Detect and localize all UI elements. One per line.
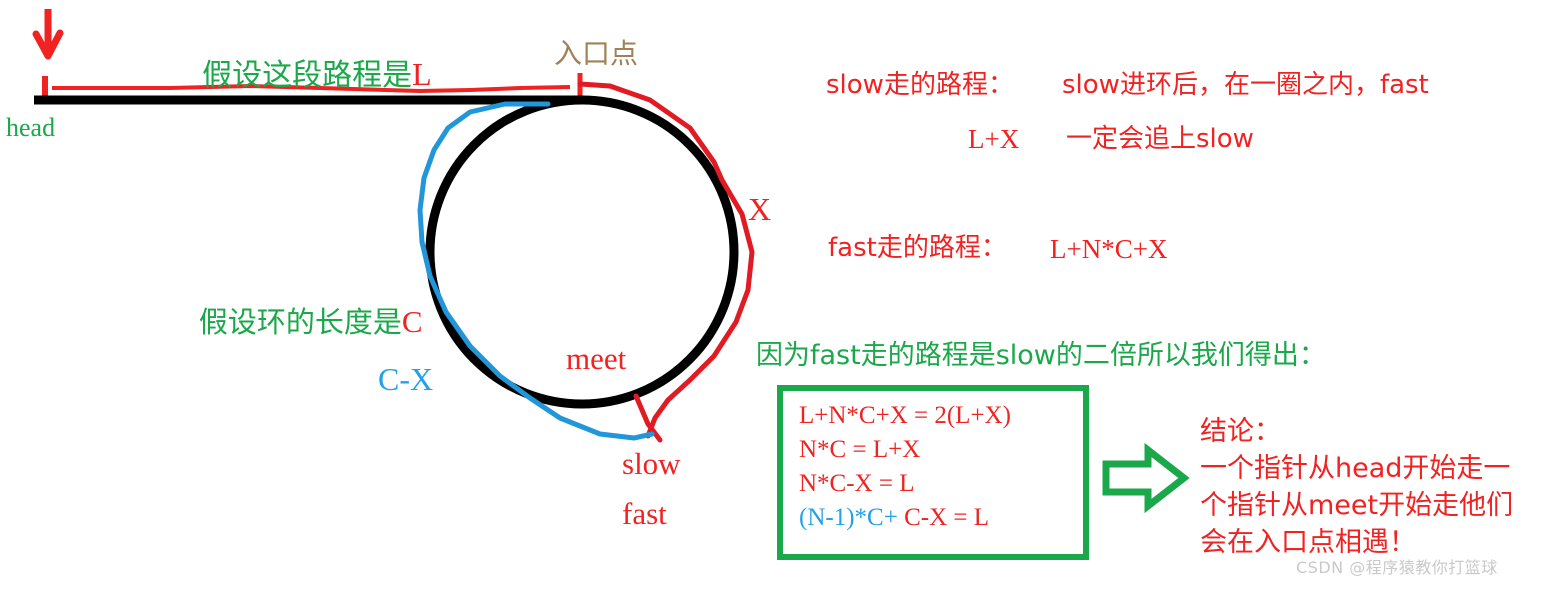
meet-label: meet xyxy=(566,341,627,376)
equation-row-4: (N-1)*C+ C-X = L xyxy=(799,501,1083,535)
x-path-arc-red xyxy=(577,81,755,439)
diagram-canvas: 假设这段路程是L head 入口点 X 假设环的长度是C C-X meet sl… xyxy=(0,0,1546,590)
segment-length-variable: L xyxy=(412,56,432,92)
c-minus-x-path-arc-blue xyxy=(417,101,655,441)
derivation-intro: 因为fast走的路程是slow的二倍所以我们得出： xyxy=(756,340,1326,371)
fast-pointer-label: fast xyxy=(622,496,667,531)
segment-length-note-text: 假设这段路程是 xyxy=(202,58,413,93)
head-label: head xyxy=(6,113,56,142)
conclusion-title: 结论： xyxy=(1200,416,1281,447)
equation-row-1: L+N*C+X = 2(L+X) xyxy=(799,402,1011,429)
head-pointer-arrow-icon xyxy=(32,9,64,60)
entry-point-label: 入口点 xyxy=(554,37,639,70)
slow-note-line-1: slow进环后，在一圈之内，fast xyxy=(1062,70,1429,100)
loop-length-variable: C xyxy=(401,304,423,339)
meet-point-tick-red xyxy=(633,393,663,443)
csdn-watermark: CSDN @程序猿教你打篮球 xyxy=(1296,558,1498,577)
slow-pointer-label: slow xyxy=(622,446,681,481)
equation-row-4-blue: (N-1)*C+ xyxy=(799,504,898,531)
conclusion-line-1: 一个指针从head开始走一 xyxy=(1200,453,1511,484)
slow-note-line-2: 一定会追上slow xyxy=(1066,124,1254,154)
equation-row-4-red: C-X = L xyxy=(897,504,989,531)
equation-box: L+N*C+X = 2(L+X) N*C = L+X N*C-X = L (N-… xyxy=(777,385,1089,560)
conclusion-line-2: 个指针从meet开始走他们 xyxy=(1200,490,1514,521)
c-minus-x-label: C-X xyxy=(378,361,434,397)
loop-length-note: 假设环的长度是C xyxy=(162,277,423,366)
equation-row-3: N*C-X = L xyxy=(799,470,915,497)
equation-row-2: N*C = L+X xyxy=(799,436,921,463)
fast-path-value: L+N*C+X xyxy=(1050,234,1168,264)
x-length-label: X xyxy=(748,191,772,227)
conclusion-arrow-icon xyxy=(1102,442,1190,514)
conclusion-line-3: 会在入口点相遇！ xyxy=(1200,527,1416,558)
loop-length-note-text: 假设环的长度是 xyxy=(198,305,402,339)
fast-path-title: fast走的路程： xyxy=(828,233,1007,263)
slow-path-value: L+X xyxy=(968,124,1020,154)
segment-length-note: 假设这段路程是L xyxy=(164,28,432,121)
slow-path-title: slow走的路程： xyxy=(826,70,1014,100)
